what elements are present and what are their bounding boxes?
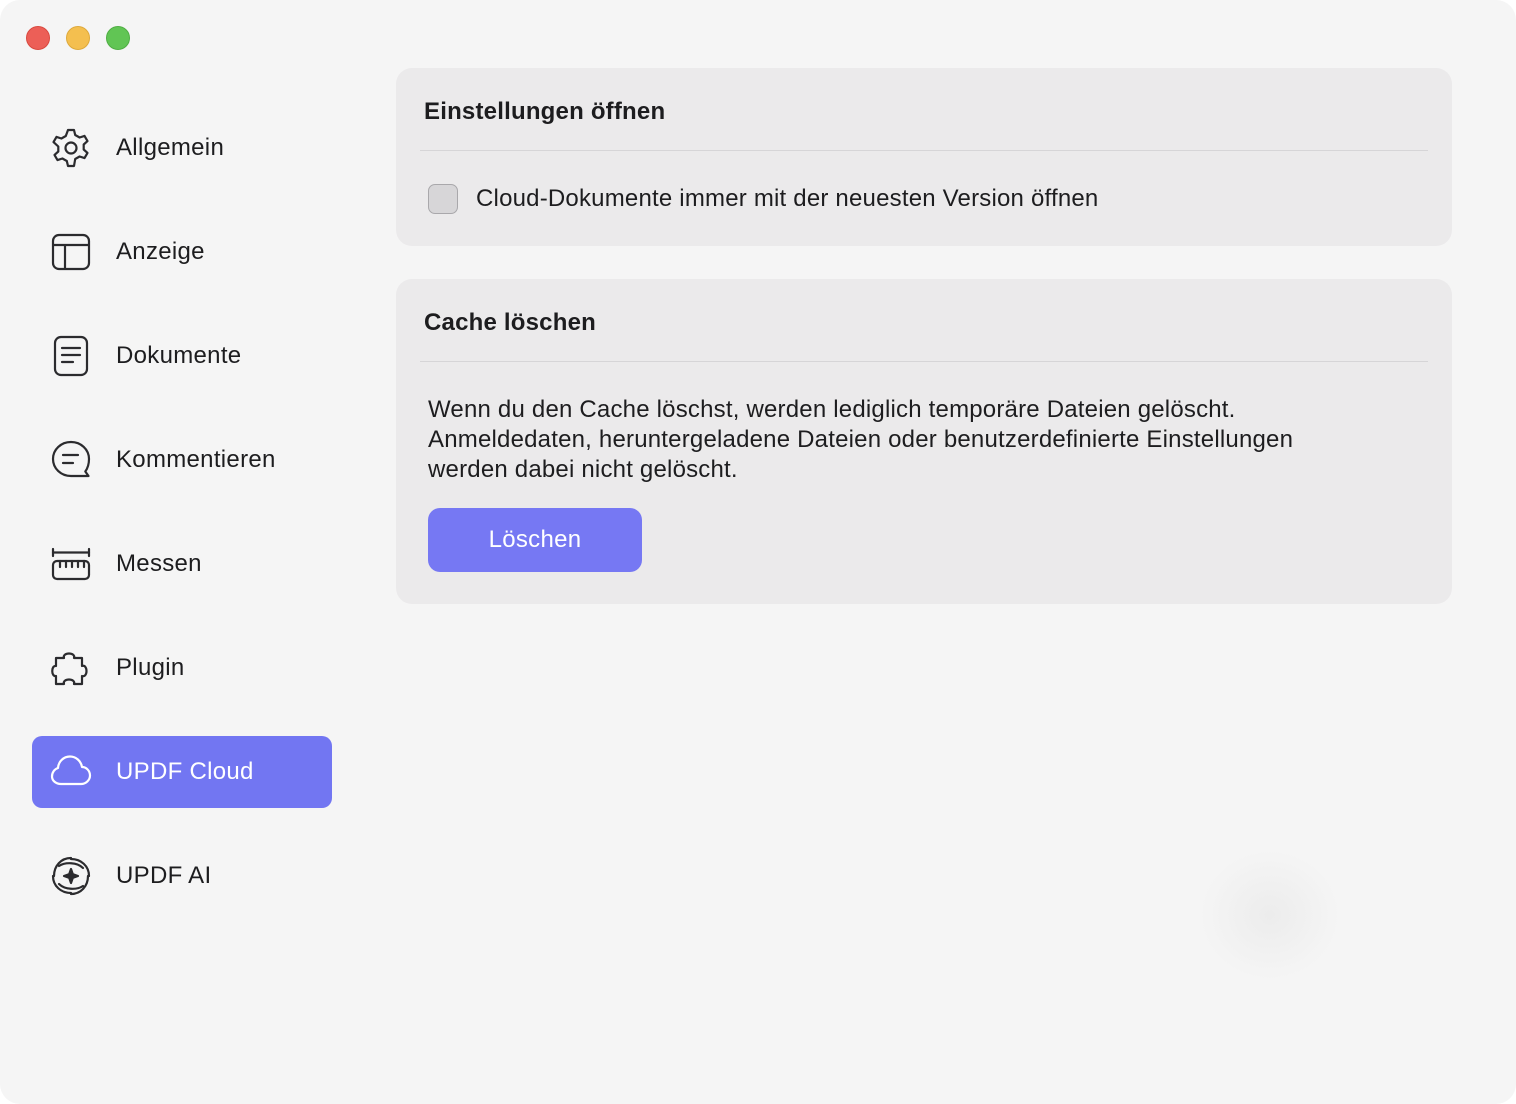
sidebar-item-label: UPDF Cloud [116, 758, 254, 785]
open-settings-title: Einstellungen öffnen [424, 98, 666, 125]
latest-version-checkbox[interactable] [428, 184, 458, 214]
sidebar-item-plugin[interactable]: Plugin [32, 632, 332, 704]
sidebar-item-updf-ai[interactable]: UPDF AI [32, 840, 332, 912]
layout-icon [48, 230, 94, 274]
sidebar-item-messen[interactable]: Messen [32, 528, 332, 600]
sidebar-item-kommentieren[interactable]: Kommentieren [32, 424, 332, 496]
ruler-icon [48, 542, 94, 586]
clear-cache-description: Wenn du den Cache löschst, werden ledigl… [428, 395, 1388, 485]
description-line: Wenn du den Cache löschst, werden ledigl… [428, 396, 1236, 423]
divider [420, 150, 1428, 151]
clear-cache-button[interactable]: Löschen [428, 508, 642, 572]
sidebar-item-label: Messen [116, 550, 202, 577]
sidebar-item-label: UPDF AI [116, 862, 212, 889]
window-minimize-button[interactable] [66, 26, 90, 50]
sidebar-item-allgemein[interactable]: Allgemein [32, 112, 332, 184]
sidebar-item-label: Kommentieren [116, 446, 276, 473]
sidebar-item-updf-cloud[interactable]: UPDF Cloud [32, 736, 332, 808]
gear-icon [48, 126, 94, 170]
latest-version-checkbox-label[interactable]: Cloud-Dokumente immer mit der neuesten V… [476, 185, 1098, 213]
sidebar-item-label: Plugin [116, 654, 185, 681]
window-zoom-button[interactable] [106, 26, 130, 50]
sidebar-item-anzeige[interactable]: Anzeige [32, 216, 332, 288]
clear-cache-title: Cache löschen [424, 309, 596, 336]
cloud-icon [48, 750, 94, 794]
puzzle-icon [48, 646, 94, 690]
ai-icon [48, 854, 94, 898]
comment-icon [48, 438, 94, 482]
document-icon [48, 334, 94, 378]
window-close-button[interactable] [26, 26, 50, 50]
sidebar-item-dokumente[interactable]: Dokumente [32, 320, 332, 392]
clear-cache-card: Cache löschen Wenn du den Cache löschst,… [396, 279, 1452, 604]
description-line: Anmeldedaten, heruntergeladene Dateien o… [428, 426, 1294, 453]
sidebar-item-label: Anzeige [116, 238, 205, 265]
sidebar-item-label: Dokumente [116, 342, 242, 369]
preferences-window: Allgemein Anzeige Dokumente Kommentieren… [0, 0, 1516, 1104]
sidebar-item-label: Allgemein [116, 134, 225, 161]
description-line: werden dabei nicht gelöscht. [428, 456, 738, 483]
open-settings-card: Einstellungen öffnen Cloud-Dokumente imm… [396, 68, 1452, 246]
decorative-glow [1200, 850, 1340, 980]
divider [420, 361, 1428, 362]
